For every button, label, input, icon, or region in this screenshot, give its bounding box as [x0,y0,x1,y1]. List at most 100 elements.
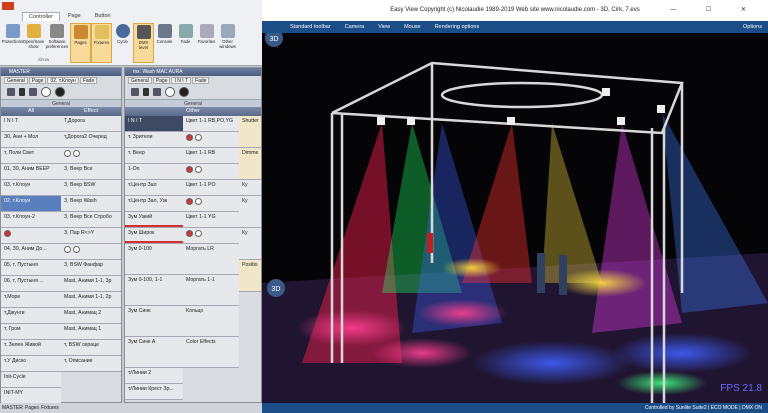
cue[interactable]: I N I T [125,116,183,132]
cue[interactable]: З, BSW Фанфар [61,260,121,276]
dmx-level-button[interactable]: DMX level [133,23,154,63]
black-circle-icon[interactable] [55,87,65,97]
knob-icon[interactable] [186,198,193,205]
cue[interactable]: т, BSW серацe [61,340,121,356]
cue[interactable]: т. Зелен Живой [1,340,61,356]
cue[interactable]: т,Дорога2 Очеред [61,132,121,148]
options-button[interactable]: Options [743,21,762,33]
knob-icon[interactable] [73,246,80,253]
cue[interactable]: Цвет 1-1 RB,PO,YG [183,116,239,132]
cue[interactable]: Зум 0-100, 1-1 [125,275,183,306]
menu-camera[interactable]: Camera [345,21,365,33]
console-button[interactable]: Console [154,23,175,63]
knob-icon[interactable] [186,230,193,237]
cue[interactable]: Зум 0-100 [125,244,183,275]
cue[interactable]: З, Веер Все Стробо [61,212,121,228]
black-circle-icon[interactable] [179,87,189,97]
stop-icon[interactable] [7,88,15,96]
cue[interactable]: 06, т, Пустыня ... [1,276,61,292]
master-tab-general[interactable]: General [4,77,28,84]
window-controls[interactable]: — ☐ ✕ [670,0,760,21]
cue[interactable]: Зум Синк [125,306,183,337]
3d-stage-scene[interactable]: 3D 3D FPS 21.8 [262,33,768,403]
knob-icon[interactable] [195,134,202,141]
cue[interactable] [183,196,239,212]
pages-button[interactable]: Pages [70,23,91,63]
menu-mouse[interactable]: Mouse [404,21,421,33]
cue[interactable]: т,Море [1,292,61,308]
white-circle-icon[interactable] [41,87,51,97]
cue[interactable]: т.Центр Зал [125,180,183,196]
other-windows-button[interactable]: Other windows [217,23,238,63]
cue[interactable]: т.У Диско [1,356,61,372]
cue[interactable]: З, Веер BSW [61,180,121,196]
wash-tab-init[interactable]: I N I T [171,77,192,84]
knob-icon[interactable] [195,230,202,237]
wash-tab-general[interactable]: General [128,77,152,84]
cue[interactable]: Зум Узкий [125,212,183,228]
master-tab-current[interactable]: 02. т.Клоун [47,77,79,84]
knob-icon[interactable] [195,198,202,205]
cue[interactable]: т. Зрители [125,132,183,148]
cue[interactable]: Моргать LR [183,244,239,275]
cue[interactable]: Dimme [239,148,261,180]
cue[interactable]: Цвет 1-1 RB [183,148,239,164]
cue[interactable]: т, Описание [61,356,121,372]
cue[interactable]: З, Веер Wash [61,196,121,212]
knob-icon[interactable] [64,150,71,157]
knob-icon[interactable] [64,246,71,253]
bottom-tab-pages[interactable]: Pages [25,403,39,413]
cue[interactable]: Т,Дорога [61,116,121,132]
cue[interactable]: Кольцо [183,306,239,337]
favorites-button[interactable]: Favorites [196,23,217,63]
cue[interactable]: 05, т, Пустыня [1,260,61,276]
white-circle-icon[interactable] [165,87,175,97]
wash-tab-fade[interactable]: Fade [192,77,210,84]
menu-view[interactable]: View [378,21,390,33]
cue[interactable]: Зум Широк [125,228,183,244]
knob-icon[interactable] [186,166,193,173]
app-icon[interactable] [2,2,14,10]
cue[interactable]: З0, Ани + Мол [1,132,61,148]
cue-selected[interactable]: 02, т.Клоун [1,196,61,212]
protections-button[interactable]: Protections [2,23,23,63]
bottom-tab-master[interactable]: MASTER [2,403,23,413]
cue[interactable]: INIT-MY [1,388,61,404]
cue[interactable]: Ку [239,180,261,196]
cue[interactable]: т, Гром [1,324,61,340]
master-tab-page[interactable]: Page [28,77,47,84]
cue[interactable]: т/Линии 2 [125,368,183,384]
tab-page[interactable]: Page [62,12,87,21]
knob-icon[interactable] [186,134,193,141]
cue[interactable]: Ку [239,196,261,228]
cue[interactable]: Mast, Аними 1-1, 2p [61,292,121,308]
cue[interactable]: т,Джунги [1,308,61,324]
tab-controller[interactable]: Controller [22,12,60,21]
cue[interactable]: 1-On [125,164,183,180]
cycle-button[interactable]: Cycle [112,23,133,63]
cue[interactable] [61,148,121,164]
wash-tab-page[interactable]: Page [152,77,171,84]
bottom-tab-fixtures[interactable]: Fixtures [41,403,59,413]
knob-icon[interactable] [195,166,202,173]
cue[interactable] [183,164,239,180]
fade-button[interactable]: Fade [175,23,196,63]
cue[interactable]: Color Effects [183,337,239,368]
stop-icon[interactable] [131,88,139,96]
cue[interactable]: Цвет 1-1 PO [183,180,239,196]
cue[interactable]: 03, т.Клоун [1,180,61,196]
cue[interactable]: Positio [239,260,261,292]
grid-icon[interactable] [29,88,37,96]
cue[interactable]: Моргать 1-1 [183,275,239,306]
cue[interactable]: 01, З0, Аним ВЕЕР [1,164,61,180]
fixtures-button[interactable]: Fixtures [91,23,112,63]
cue[interactable]: т, Поли Свет [1,148,61,164]
cue[interactable] [1,228,61,244]
master-tab-fade[interactable]: Fade [79,77,98,84]
search-icon[interactable] [143,88,149,96]
cue[interactable]: З, Веер Все [61,164,121,180]
cue[interactable]: З, Пар R<>Y [61,228,121,244]
cue[interactable] [183,132,239,148]
cue[interactable]: Mast, Анимац 2 [61,308,121,324]
tab-button[interactable]: Button [89,12,117,21]
